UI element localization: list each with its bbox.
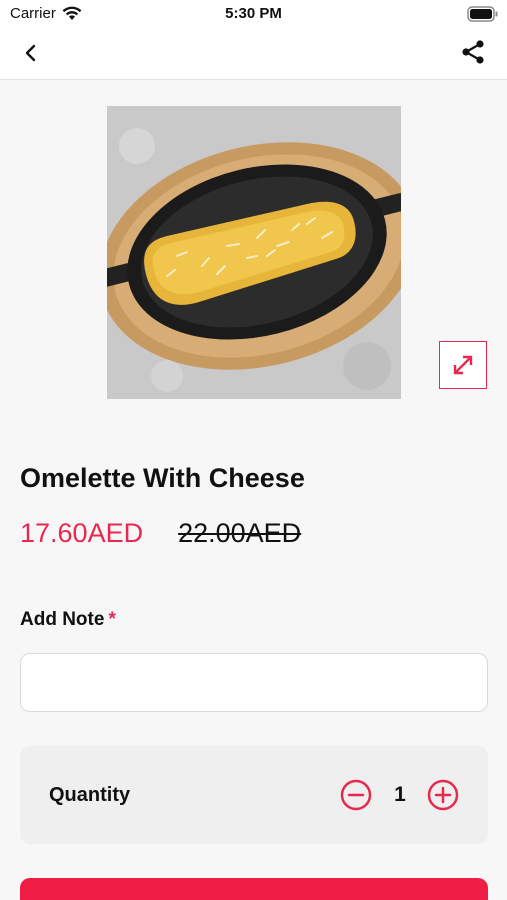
status-bar: Carrier 5:30 PM <box>0 0 507 28</box>
back-button[interactable] <box>18 40 44 66</box>
status-time: 5:30 PM <box>225 5 282 22</box>
omelette-photo <box>107 106 401 399</box>
navigation-bar <box>0 28 507 80</box>
note-input[interactable] <box>20 653 488 712</box>
quantity-value: 1 <box>394 783 406 806</box>
increase-quantity-button[interactable] <box>427 779 459 811</box>
add-note-label-text: Add Note <box>20 609 105 630</box>
add-to-cart-button[interactable] <box>20 878 488 900</box>
price-row: 17.60AED 22.00AED <box>20 518 301 549</box>
original-price: 22.00AED <box>178 518 302 548</box>
share-icon <box>462 40 484 64</box>
decrease-quantity-button[interactable] <box>340 779 372 811</box>
share-button[interactable] <box>459 38 487 66</box>
plus-circle-icon <box>427 779 459 811</box>
expand-image-button[interactable] <box>439 341 487 389</box>
quantity-label: Quantity <box>49 784 131 806</box>
required-mark: * <box>108 609 116 630</box>
minus-circle-icon <box>340 779 372 811</box>
battery-icon <box>467 6 498 22</box>
current-price: 17.60AED <box>20 518 144 548</box>
product-title: Omelette With Cheese <box>20 463 305 493</box>
quantity-card: Quantity 1 <box>20 746 488 844</box>
expand-arrows-icon <box>453 355 473 375</box>
chevron-left-icon <box>25 44 36 62</box>
product-image <box>107 106 401 399</box>
add-note-label: Add Note * <box>20 609 116 631</box>
